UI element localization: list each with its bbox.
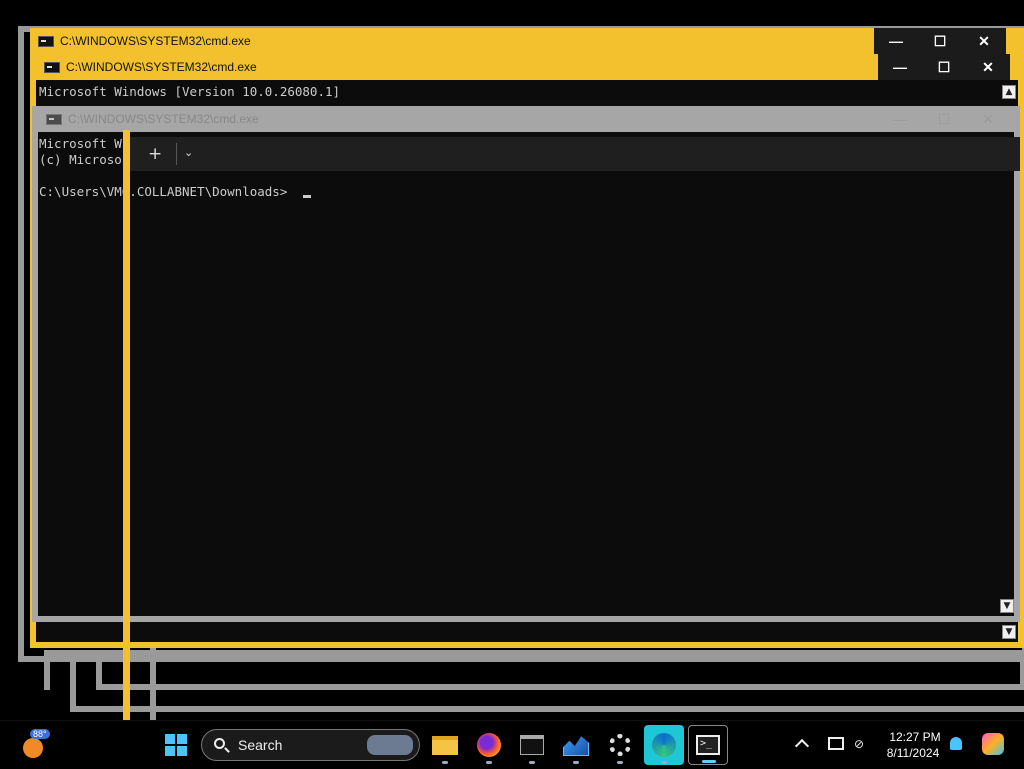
maximize-button[interactable]: ☐ xyxy=(922,54,966,80)
task-manager-icon xyxy=(563,736,589,756)
terminal-icon: >_ xyxy=(696,735,720,755)
back-window-title: C:\WINDOWS\SYSTEM32\cmd.exe xyxy=(60,34,251,48)
folder-icon xyxy=(432,735,458,755)
task-manager-button[interactable] xyxy=(556,725,596,765)
middle-window-titlebar[interactable]: C:\WINDOWS\SYSTEM32\cmd.exe — ☐ ✕ xyxy=(36,54,1018,80)
console-prompt[interactable]: C:\Users\VM6.COLLABNET\Downloads> xyxy=(39,184,287,200)
scroll-up-arrow[interactable]: ▲ xyxy=(1002,85,1016,99)
search-label: Search xyxy=(238,737,283,753)
maximize-button[interactable]: ☐ xyxy=(922,106,966,132)
close-button[interactable]: ✕ xyxy=(966,54,1010,80)
scroll-down-arrow[interactable]: ▼ xyxy=(1002,625,1016,639)
start-button[interactable] xyxy=(156,725,196,765)
scroll-down-arrow[interactable]: ▼ xyxy=(1000,599,1014,613)
window-trail xyxy=(96,650,1024,690)
weather-sun-icon xyxy=(23,738,43,758)
firefox-icon xyxy=(477,733,501,757)
command-prompt-button[interactable] xyxy=(512,725,552,765)
new-tab-button[interactable]: + xyxy=(148,144,162,164)
search-box[interactable]: Search xyxy=(201,729,420,761)
cmd-app-icon xyxy=(520,735,544,755)
taskbar: 88° Search >_ ⊘ 12:27 PM 8/11/2024 xyxy=(0,720,1024,769)
search-highlight-icon xyxy=(367,735,413,755)
front-window-titlebar[interactable]: C:\WINDOWS\SYSTEM32\cmd.exe — ☐ ✕ xyxy=(38,106,1018,132)
copilot-icon[interactable] xyxy=(982,733,1004,755)
middle-console-line: Microsoft Windows [Version 10.0.26080.1] xyxy=(39,84,341,99)
tab-separator xyxy=(176,143,177,165)
windows-logo-icon xyxy=(165,734,187,756)
terminal-tab-strip: + ⌄ xyxy=(130,137,1020,171)
weather-widget[interactable]: 88° xyxy=(20,729,56,761)
maximize-button[interactable]: ☐ xyxy=(918,28,962,54)
gear-icon xyxy=(609,734,631,756)
back-window-titlebar[interactable]: C:\WINDOWS\SYSTEM32\cmd.exe — ☐ ✕ xyxy=(30,28,1024,54)
console-line-1: Microsoft W xyxy=(39,136,122,151)
tab-dropdown-button[interactable]: ⌄ xyxy=(184,146,193,159)
settings-button[interactable] xyxy=(600,725,640,765)
edge-button[interactable] xyxy=(644,725,684,765)
volume-muted-icon[interactable]: ⊘ xyxy=(854,737,868,751)
clock-time[interactable]: 12:27 PM xyxy=(875,730,955,744)
cmd-icon xyxy=(44,61,60,73)
weather-temp: 88° xyxy=(30,729,50,739)
console-line-2: (c) Microso xyxy=(39,152,122,167)
cmd-icon xyxy=(38,35,54,47)
chevron-up-icon[interactable] xyxy=(794,738,810,754)
text-cursor xyxy=(303,195,311,198)
terminal-window-edge xyxy=(123,130,130,720)
notification-bell-icon[interactable] xyxy=(950,737,962,750)
close-button[interactable]: ✕ xyxy=(962,28,1006,54)
cmd-icon xyxy=(46,113,62,125)
firefox-button[interactable] xyxy=(469,725,509,765)
edge-icon xyxy=(652,733,676,757)
search-icon xyxy=(214,738,225,749)
minimize-button[interactable]: — xyxy=(874,28,918,54)
terminal-button[interactable]: >_ xyxy=(688,725,728,765)
close-button[interactable]: ✕ xyxy=(966,106,1010,132)
minimize-button[interactable]: — xyxy=(878,54,922,80)
clock-date[interactable]: 8/11/2024 xyxy=(873,746,953,760)
network-icon[interactable] xyxy=(828,737,844,750)
file-explorer-button[interactable] xyxy=(425,725,465,765)
minimize-button[interactable]: — xyxy=(878,106,922,132)
middle-window-title: C:\WINDOWS\SYSTEM32\cmd.exe xyxy=(66,60,257,74)
search-icon-handle xyxy=(224,747,230,753)
front-window-title: C:\WINDOWS\SYSTEM32\cmd.exe xyxy=(68,112,259,126)
